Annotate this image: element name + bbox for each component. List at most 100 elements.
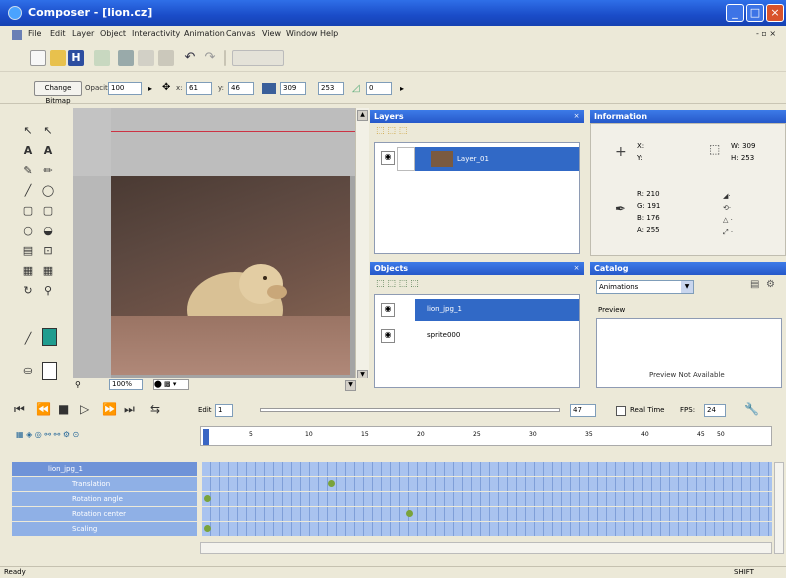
- fill-color-swatch[interactable]: [42, 328, 57, 346]
- layer-row[interactable]: Layer_01: [415, 147, 579, 171]
- menu-layer[interactable]: Layer: [72, 29, 94, 38]
- layer-actions-icons[interactable]: ⬚ ⬚ ⬚: [376, 126, 436, 138]
- grid-tool-icon[interactable]: ▦: [40, 264, 56, 278]
- rounded-rect-tool-icon[interactable]: ▢: [40, 204, 56, 218]
- maximize-button[interactable]: □: [746, 4, 764, 22]
- zoom-tool-icon[interactable]: ⚲: [40, 284, 56, 298]
- object-row-lion[interactable]: lion_jpg_1: [415, 299, 579, 321]
- loop-icon[interactable]: ⇆: [150, 402, 160, 416]
- step-forward-icon[interactable]: ⏩: [102, 402, 117, 416]
- edit-frame-field[interactable]: 1: [215, 404, 233, 417]
- real-time-checkbox[interactable]: [616, 406, 626, 416]
- new-file-icon[interactable]: [30, 50, 46, 66]
- go-last-icon[interactable]: ⏭: [124, 402, 135, 417]
- crop-tool-icon[interactable]: ⊡: [40, 244, 56, 258]
- stroke-color-icon[interactable]: ╱: [20, 332, 36, 346]
- keyframe-marker[interactable]: [204, 525, 211, 532]
- change-bitmap-button[interactable]: Change Bitmap: [34, 81, 82, 105]
- scroll-corner-down-icon[interactable]: ▼: [345, 380, 356, 391]
- timeline-row-scaling[interactable]: Scaling: [12, 522, 772, 536]
- publish-icon[interactable]: [94, 50, 110, 66]
- background-color-swatch[interactable]: [42, 362, 57, 380]
- text-path-tool-icon[interactable]: A: [40, 144, 56, 158]
- timeline-vertical-scrollbar[interactable]: [774, 462, 784, 554]
- frame-slider[interactable]: [260, 408, 560, 412]
- canvas-vertical-scrollbar[interactable]: ▲ ▼: [355, 108, 369, 388]
- menu-file[interactable]: File: [28, 29, 41, 38]
- keyframe-marker[interactable]: [328, 480, 335, 487]
- object-visibility-icon[interactable]: ◉: [381, 303, 395, 317]
- save-icon[interactable]: H: [68, 50, 84, 66]
- menu-help[interactable]: Help: [320, 29, 338, 38]
- stop-icon[interactable]: ■: [58, 402, 69, 416]
- object-actions-icons[interactable]: ⬚ ⬚ ⬚ ⬚: [376, 279, 466, 291]
- step-back-icon[interactable]: ⏪: [36, 402, 51, 416]
- layer-lock-cell[interactable]: [397, 147, 415, 171]
- text-tool-icon[interactable]: A: [20, 144, 36, 158]
- minimize-button[interactable]: _: [726, 4, 744, 22]
- line-tool-icon[interactable]: ╱: [20, 184, 36, 198]
- play-icon[interactable]: ▷: [80, 402, 89, 416]
- pencil-tool-icon[interactable]: ✏: [40, 164, 56, 178]
- y-field[interactable]: 46: [228, 82, 254, 95]
- track-frames[interactable]: [202, 462, 772, 476]
- print-icon[interactable]: [118, 50, 134, 66]
- timeline-horizontal-scrollbar[interactable]: [200, 542, 772, 554]
- menu-animation[interactable]: Animation: [184, 29, 225, 38]
- zoom-field[interactable]: 100%: [109, 379, 143, 390]
- menu-object[interactable]: Object: [100, 29, 126, 38]
- timeline-row-object[interactable]: lion_jpg_1: [12, 462, 772, 476]
- dropdown-arrow-icon[interactable]: ▼: [681, 281, 693, 293]
- copy-icon[interactable]: [138, 50, 154, 66]
- catalog-dropdown[interactable]: Animations ▼: [596, 280, 694, 294]
- circle-tool-icon[interactable]: ○: [20, 224, 36, 238]
- width-field[interactable]: 309: [280, 82, 306, 95]
- angle-field[interactable]: 0: [366, 82, 392, 95]
- keyframe-marker[interactable]: [406, 510, 413, 517]
- bucket-tool-icon[interactable]: ◒: [40, 224, 56, 238]
- rotate-tool-icon[interactable]: ↻: [20, 284, 36, 298]
- objects-close-icon[interactable]: ×: [572, 264, 581, 273]
- paste-icon[interactable]: [158, 50, 174, 66]
- ellipse-tool-icon[interactable]: ◯: [40, 184, 56, 198]
- object-row-sprite[interactable]: sprite000: [415, 325, 579, 347]
- height-field[interactable]: 253: [318, 82, 344, 95]
- opacity-field[interactable]: 100: [108, 82, 142, 95]
- open-folder-icon[interactable]: [50, 50, 66, 66]
- pen-tool-icon[interactable]: ✎: [20, 164, 36, 178]
- paint-bucket-icon[interactable]: ⛀: [20, 364, 36, 378]
- timeline-ruler[interactable]: 5 10 15 20 25 30 35 40 45 50: [200, 426, 772, 446]
- playhead[interactable]: [203, 429, 209, 445]
- zoom-icon[interactable]: ⚲: [75, 380, 87, 390]
- object-visibility-icon[interactable]: ◉: [381, 329, 395, 343]
- menu-interactivity[interactable]: Interactivity: [132, 29, 180, 38]
- track-frames[interactable]: [202, 507, 772, 521]
- layer-visibility-icon[interactable]: ◉: [381, 151, 395, 165]
- guide-line[interactable]: [111, 131, 366, 132]
- catalog-apply-icon[interactable]: ▤: [750, 279, 759, 290]
- close-button[interactable]: ×: [766, 4, 784, 22]
- canvas-area[interactable]: [73, 108, 366, 378]
- gradient-tool-icon[interactable]: ▦: [20, 264, 36, 278]
- keyframe-marker[interactable]: [204, 495, 211, 502]
- menu-view[interactable]: View: [262, 29, 281, 38]
- timeline-tool-icons[interactable]: ▦ ◈ ◎ ⚯ ⚯ ⚙ ⊙: [16, 430, 196, 442]
- timeline-row-rotation-angle[interactable]: Rotation angle: [12, 492, 772, 506]
- subselect-arrow-icon[interactable]: ↖: [40, 124, 56, 138]
- catalog-settings-icon[interactable]: ⚙: [766, 279, 775, 290]
- lion-photo[interactable]: [111, 176, 350, 375]
- mdi-controls[interactable]: - ▫ ×: [756, 29, 776, 38]
- go-first-icon[interactable]: ⏮: [14, 402, 25, 417]
- playback-mode-dropdown[interactable]: ⬤ ▩ ▾: [153, 379, 189, 390]
- total-frames-field[interactable]: 47: [570, 404, 596, 417]
- timeline-row-rotation-center[interactable]: Rotation center: [12, 507, 772, 521]
- scroll-up-icon[interactable]: ▲: [357, 110, 368, 121]
- rectangle-tool-icon[interactable]: ▢: [20, 204, 36, 218]
- menu-window[interactable]: Window: [286, 29, 318, 38]
- tools-icon[interactable]: 🔧: [744, 402, 759, 416]
- image-tool-icon[interactable]: ▤: [20, 244, 36, 258]
- menu-canvas[interactable]: Canvas: [226, 29, 255, 38]
- x-field[interactable]: 61: [186, 82, 212, 95]
- redo-icon[interactable]: ↷: [202, 50, 218, 66]
- layers-close-icon[interactable]: ×: [572, 112, 581, 121]
